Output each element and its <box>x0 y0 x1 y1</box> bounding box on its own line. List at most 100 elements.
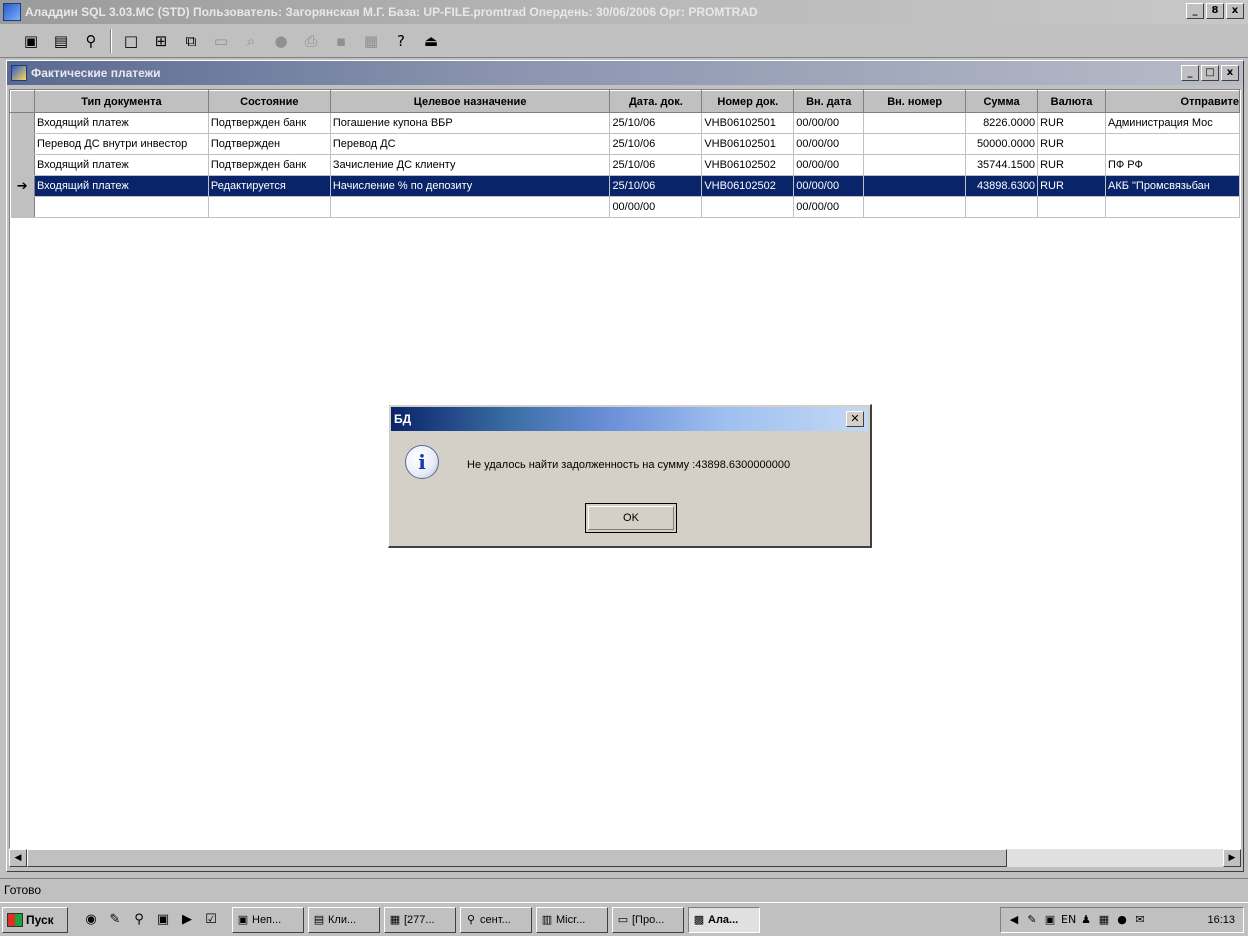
column-header[interactable]: Целевое назначение <box>329 90 611 113</box>
taskbar-button[interactable]: ▭ [Про... <box>612 906 684 933</box>
table-cell[interactable]: Подтвержден банк <box>208 112 331 134</box>
table-cell[interactable]: Редактируется <box>208 175 331 197</box>
table-cell[interactable]: 25/10/06 <box>609 133 703 155</box>
user-icon[interactable]: ♟ <box>1079 913 1093 927</box>
minimize-button[interactable]: _ <box>1186 3 1204 19</box>
table-row[interactable]: Входящий платеж Подтвержден банк Погашен… <box>10 112 1240 134</box>
table-cell[interactable] <box>863 112 967 134</box>
table-cell[interactable] <box>965 196 1039 218</box>
calendar-icon[interactable]: ▦ <box>358 28 384 54</box>
exit-icon[interactable]: ⏏ <box>418 28 444 54</box>
ok-button[interactable]: OK <box>585 503 677 533</box>
blank-window-icon[interactable]: ▭ <box>208 28 234 54</box>
table-cell[interactable] <box>34 196 209 218</box>
taskbar-button[interactable]: ▥ Micr... <box>536 906 608 933</box>
table-row[interactable]: Входящий платеж Подтвержден банк Зачисле… <box>10 154 1240 176</box>
volume-icon[interactable]: ◀ <box>1007 913 1021 927</box>
dialog-close-icon[interactable]: ✕ <box>846 411 864 427</box>
table-cell[interactable]: ПФ РФ <box>1105 154 1240 176</box>
table-cell[interactable] <box>208 196 331 218</box>
browser-icon[interactable]: ◉ <box>82 911 100 929</box>
app-launcher-icon[interactable]: ▣ <box>154 911 172 929</box>
edit-icon[interactable]: ✎ <box>106 911 124 929</box>
taskbar-button[interactable]: ⚲ сент... <box>460 906 532 933</box>
calculator-icon[interactable]: ▣ <box>18 28 44 54</box>
scroll-thumb[interactable] <box>27 849 1007 867</box>
cascade-icon[interactable]: ⧉ <box>178 28 204 54</box>
table-cell[interactable]: Входящий платеж <box>34 112 209 134</box>
table-cell[interactable] <box>330 196 611 218</box>
column-header[interactable]: Тип документа <box>33 90 209 113</box>
table-cell[interactable]: 43898.6300 <box>965 175 1039 197</box>
help-icon[interactable]: ? <box>388 28 414 54</box>
table-cell[interactable] <box>1105 196 1240 218</box>
table-cell[interactable]: 50000.0000 <box>965 133 1039 155</box>
table-cell[interactable] <box>701 196 795 218</box>
scroll-track[interactable] <box>27 849 1223 867</box>
table-cell[interactable]: 25/10/06 <box>609 175 703 197</box>
window-icon[interactable]: □ <box>118 28 144 54</box>
save-icon[interactable]: ▪ <box>328 28 354 54</box>
table-cell[interactable]: 00/00/00 <box>609 196 703 218</box>
column-header[interactable]: Отправите <box>1104 90 1240 113</box>
language-icon[interactable]: EN <box>1061 913 1076 927</box>
column-header[interactable]: Дата. док. <box>609 90 703 113</box>
table-row-selected[interactable]: ➔ Входящий платеж Редактируется Начислен… <box>10 175 1240 197</box>
table-cell[interactable]: 25/10/06 <box>609 154 703 176</box>
search-icon[interactable]: ⚲ <box>130 911 148 929</box>
taskbar-button[interactable]: ▤ Кли... <box>308 906 380 933</box>
table-cell[interactable]: 00/00/00 <box>793 112 865 134</box>
child-maximize-button[interactable]: □ <box>1201 65 1219 81</box>
taskbar-button[interactable]: ▣ Неп... <box>232 906 304 933</box>
table-cell[interactable]: RUR <box>1037 154 1106 176</box>
table-cell[interactable]: АКБ "Промсвязьбан <box>1105 175 1240 197</box>
column-header[interactable]: Вн. дата <box>793 90 865 113</box>
table-cell[interactable]: 25/10/06 <box>609 112 703 134</box>
table-cell[interactable]: Перевод ДС <box>330 133 611 155</box>
table-cell[interactable]: Подтвержден банк <box>208 154 331 176</box>
column-header[interactable]: Номер док. <box>701 90 795 113</box>
child-minimize-button[interactable]: _ <box>1181 65 1199 81</box>
table-cell[interactable]: 00/00/00 <box>793 154 865 176</box>
table-cell[interactable] <box>1105 133 1240 155</box>
table-cell[interactable] <box>863 133 967 155</box>
table-cell[interactable]: VHB06102501 <box>701 133 795 155</box>
table-cell[interactable]: Погашение купона ВБР <box>330 112 611 134</box>
table-cell[interactable]: RUR <box>1037 175 1106 197</box>
child-close-button[interactable]: x <box>1221 65 1239 81</box>
table-cell[interactable]: Входящий платеж <box>34 154 209 176</box>
record-icon[interactable]: ● <box>268 28 294 54</box>
tray-window-icon[interactable]: ▦ <box>1097 913 1111 927</box>
column-header[interactable]: Сумма <box>965 90 1039 113</box>
restore-button[interactable]: 8 <box>1206 3 1224 19</box>
column-header[interactable]: Состояние <box>207 90 331 113</box>
task-icon[interactable]: ☑ <box>202 911 220 929</box>
grid-icon[interactable]: ⊞ <box>148 28 174 54</box>
table-cell[interactable] <box>863 196 967 218</box>
table-cell[interactable]: VHB06102502 <box>701 154 795 176</box>
taskbar-button[interactable]: ▦ [277... <box>384 906 456 933</box>
table-cell[interactable]: 35744.1500 <box>965 154 1039 176</box>
table-cell[interactable]: RUR <box>1037 133 1106 155</box>
table-cell[interactable] <box>1037 196 1106 218</box>
search-person-icon[interactable]: ⚲ <box>78 28 104 54</box>
network-icon[interactable]: ▣ <box>1043 913 1057 927</box>
close-button[interactable]: x <box>1226 3 1244 19</box>
taskbar-button-active[interactable]: ▩ Ала... <box>688 906 760 933</box>
table-cell[interactable]: 00/00/00 <box>793 133 865 155</box>
media-player-icon[interactable]: ▶ <box>178 911 196 929</box>
start-button[interactable]: Пуск <box>2 906 68 933</box>
tray-edit-icon[interactable]: ✎ <box>1025 913 1039 927</box>
table-cell[interactable] <box>863 154 967 176</box>
table-cell[interactable]: VHB06102501 <box>701 112 795 134</box>
binoculars-icon[interactable]: ⌕ <box>238 28 264 54</box>
table-cell[interactable]: 00/00/00 <box>793 175 865 197</box>
horizontal-scrollbar[interactable]: ◀ ▶ <box>9 849 1241 867</box>
column-header[interactable]: Валюта <box>1037 90 1106 113</box>
table-cell[interactable]: VHB06102502 <box>701 175 795 197</box>
mail-icon[interactable]: ✉ <box>1133 913 1147 927</box>
table-row[interactable]: Перевод ДС внутри инвестор Подтвержден П… <box>10 133 1240 155</box>
table-cell[interactable]: Входящий платеж <box>34 175 209 197</box>
table-cell[interactable]: Подтвержден <box>208 133 331 155</box>
table-row[interactable]: 00/00/00 00/00/00 <box>10 196 1240 218</box>
